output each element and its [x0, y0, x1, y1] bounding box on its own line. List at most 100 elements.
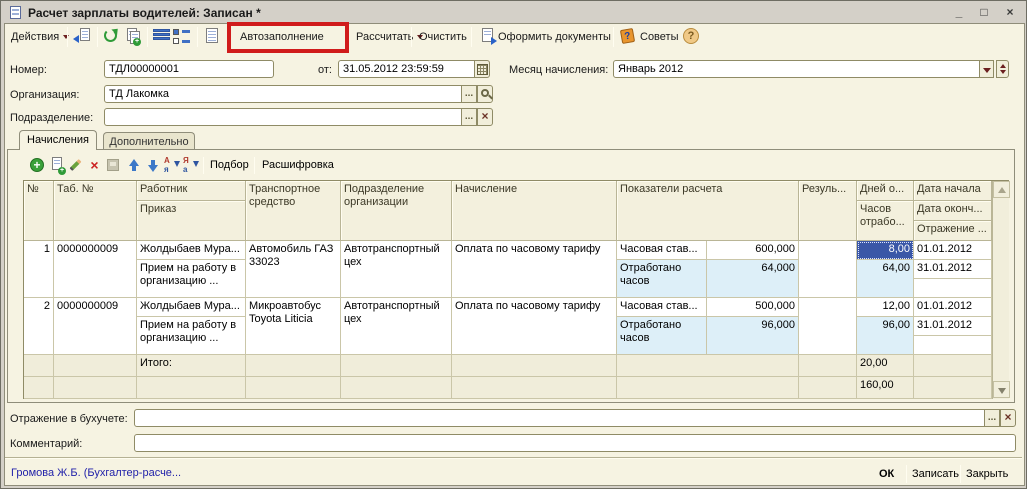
table-cell-date-start[interactable]: 01.01.2012 [914, 241, 992, 260]
table-cell-num[interactable]: 1 [24, 241, 54, 298]
reflection-clear-button[interactable]: × [1000, 409, 1016, 427]
decode-button[interactable]: Расшифровка [262, 157, 334, 174]
pick-button[interactable]: Подбор [210, 157, 249, 174]
table-cell-days-selected[interactable]: 8,00 [857, 241, 914, 260]
sort-ascending-button[interactable]: А я [163, 157, 182, 174]
ok-button[interactable]: ОК [879, 464, 894, 484]
table-cell-value1[interactable]: 600,000 [707, 241, 799, 260]
edit-row-button[interactable] [67, 157, 84, 174]
make-documents-button[interactable]: Оформить документы [496, 27, 613, 47]
month-spinner[interactable] [996, 60, 1009, 78]
refresh-button[interactable] [103, 28, 120, 45]
col-header-worker[interactable]: Работник [137, 181, 246, 201]
col-header-reflection[interactable]: Отражение ... [914, 221, 992, 241]
help-icon[interactable]: ? [683, 28, 699, 44]
col-header-hours[interactable]: Часов отрабо... [857, 201, 914, 241]
organization-select-button[interactable]: ... [461, 85, 477, 103]
table-cell-indicator2[interactable]: Отработано часов [617, 260, 707, 298]
copy-row-button[interactable]: + [48, 157, 65, 174]
close-button[interactable]: × [1000, 5, 1020, 21]
document-icon [10, 6, 21, 19]
month-dropdown-button[interactable] [979, 60, 994, 78]
post-document-button[interactable] [73, 28, 90, 45]
document-structure-button[interactable] [203, 28, 220, 45]
scroll-down-button[interactable] [993, 381, 1010, 398]
table-cell-hours[interactable]: 64,00 [857, 260, 914, 298]
calendar-button[interactable] [474, 60, 490, 78]
table-cell-date-start[interactable]: 01.01.2012 [914, 298, 992, 317]
reflection-input[interactable] [134, 409, 985, 427]
col-header-days[interactable]: Дней о... [857, 181, 914, 201]
clear-button[interactable]: Очистить [417, 27, 469, 47]
comment-input[interactable] [134, 434, 1016, 452]
reflection-select-button[interactable]: ... [984, 409, 1000, 427]
date-input[interactable]: 31.05.2012 23:59:59 [338, 60, 475, 78]
month-input[interactable]: Январь 2012 [613, 60, 980, 78]
table-cell-order[interactable]: Прием на работу в организацию ... [137, 260, 246, 298]
tab-accruals[interactable]: Начисления [19, 130, 97, 150]
organization-input[interactable]: ТД Лакомка [104, 85, 462, 103]
maximize-button[interactable]: □ [974, 5, 994, 21]
table-cell-reflection[interactable] [914, 279, 992, 298]
copy-add-button[interactable]: + [123, 28, 140, 45]
table-cell-indicator2[interactable]: Отработано часов [617, 317, 707, 355]
col-header-result[interactable]: Резуль... [799, 181, 857, 241]
table-cell-date-end[interactable]: 31.01.2012 [914, 260, 992, 279]
number-input[interactable]: ТДЛ00000001 [104, 60, 274, 78]
list-settings-button[interactable] [153, 28, 170, 45]
col-header-order[interactable]: Приказ [137, 201, 246, 241]
table-cell-value2[interactable]: 64,000 [707, 260, 799, 298]
col-header-indicators[interactable]: Показатели расчета [617, 181, 799, 241]
table-cell-indicator1[interactable]: Часовая став... [617, 298, 707, 317]
end-edit-button[interactable] [105, 157, 122, 174]
table-cell-vehicle[interactable]: Микроавтобус Toyota Liticia [246, 298, 341, 355]
close-form-button[interactable]: Закрыть [966, 464, 1008, 484]
column-settings-button[interactable] [173, 28, 190, 45]
scroll-up-button[interactable] [993, 181, 1010, 198]
table-cell-division[interactable]: Автотранспортный цех [341, 241, 452, 298]
table-cell-division[interactable]: Автотранспортный цех [341, 298, 452, 355]
move-up-button[interactable] [125, 157, 142, 174]
division-select-button[interactable]: ... [461, 108, 477, 126]
sort-descending-button[interactable]: Я а [182, 157, 201, 174]
table-cell-indicator1[interactable]: Часовая став... [617, 241, 707, 260]
table-cell-reflection[interactable] [914, 336, 992, 355]
table-cell-accrual[interactable]: Оплата по часовому тарифу [452, 241, 617, 298]
col-header-date-start[interactable]: Дата начала [914, 181, 992, 201]
move-down-button[interactable] [144, 157, 161, 174]
autofill-button[interactable]: Автозаполнение [238, 27, 326, 47]
division-clear-button[interactable]: × [477, 108, 493, 126]
table-cell-order[interactable]: Прием на работу в организацию ... [137, 317, 246, 355]
division-input[interactable] [104, 108, 462, 126]
organization-search-button[interactable] [477, 85, 493, 103]
col-header-division[interactable]: Подразделение организации [341, 181, 452, 241]
table-cell-tab-no[interactable]: 0000000009 [54, 241, 137, 298]
table-cell-vehicle[interactable]: Автомобиль ГАЗ 33023 [246, 241, 341, 298]
tab-additional[interactable]: Дополнительно [103, 132, 195, 150]
table-cell-tab-no[interactable]: 0000000009 [54, 298, 137, 355]
table-cell-num[interactable]: 2 [24, 298, 54, 355]
table-cell-date-end[interactable]: 31.01.2012 [914, 317, 992, 336]
add-row-button[interactable]: + [29, 157, 46, 174]
table-cell-value1[interactable]: 500,000 [707, 298, 799, 317]
table-cell-value2[interactable]: 96,000 [707, 317, 799, 355]
col-header-accrual[interactable]: Начисление [452, 181, 617, 241]
col-header-num[interactable]: № [24, 181, 54, 241]
table-cell-result[interactable] [799, 298, 857, 355]
minimize-button[interactable]: _ [949, 5, 969, 21]
table-cell-days[interactable]: 12,00 [857, 298, 914, 317]
table-cell-accrual[interactable]: Оплата по часовому тарифу [452, 298, 617, 355]
table-scrollbar[interactable] [992, 181, 1009, 399]
col-header-vehicle[interactable]: Транспортное средство [246, 181, 341, 241]
table-cell-result[interactable] [799, 241, 857, 298]
table-cell-worker[interactable]: Жолдыбаев Мура... [137, 241, 246, 260]
actions-menu-button[interactable]: Действия [9, 27, 71, 47]
table-cell-hours[interactable]: 96,00 [857, 317, 914, 355]
save-button[interactable]: Записать [912, 464, 959, 484]
col-header-tab-no[interactable]: Таб. № [54, 181, 137, 241]
col-header-date-end[interactable]: Дата оконч... [914, 201, 992, 221]
tips-button[interactable]: Советы [638, 27, 680, 47]
delete-row-button[interactable]: × [86, 157, 103, 174]
calculate-button[interactable]: Рассчитать [354, 27, 425, 47]
table-cell-worker[interactable]: Жолдыбаев Мура... [137, 298, 246, 317]
